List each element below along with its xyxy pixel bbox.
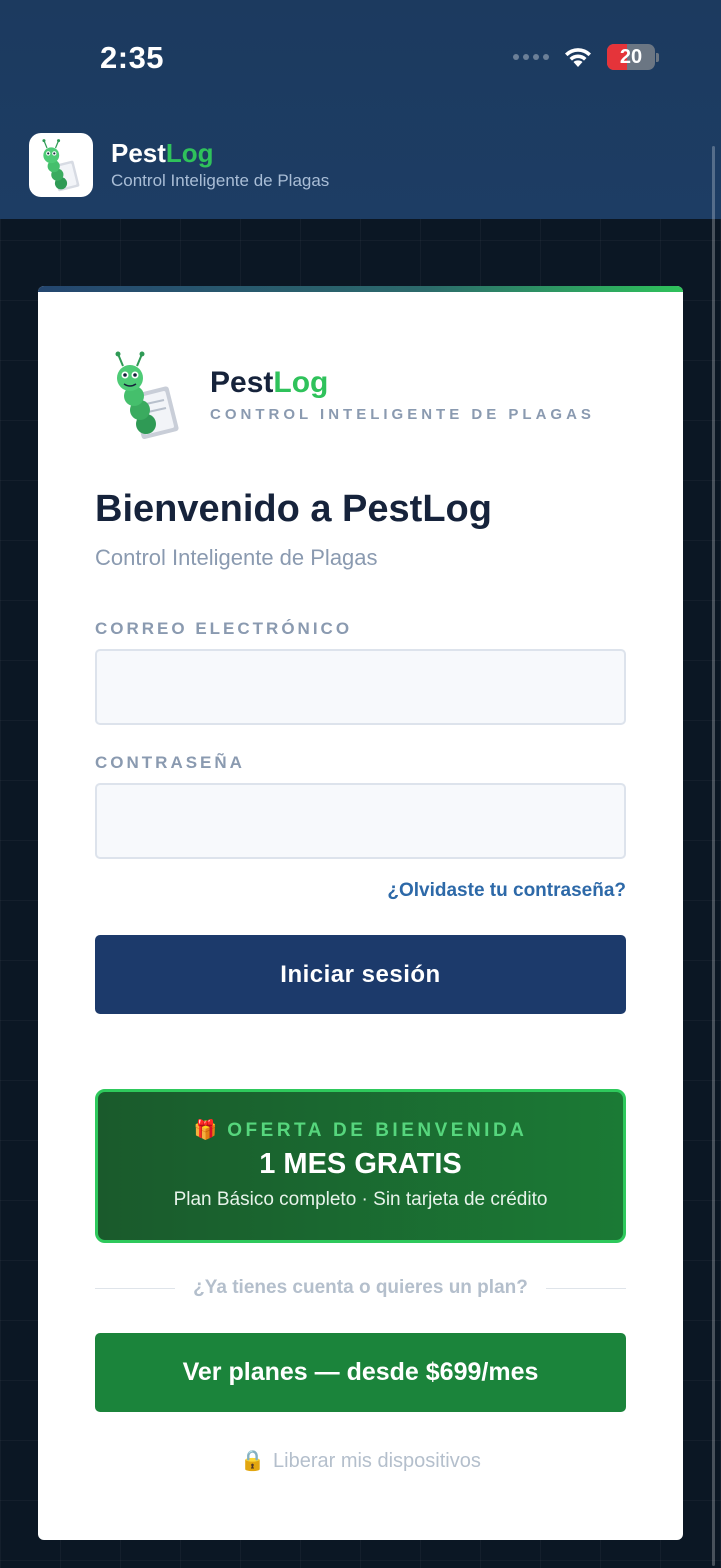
unlock-devices-link[interactable]: 🔒 Liberar mis dispositivos: [38, 1448, 683, 1473]
gift-icon: 🎁: [193, 1120, 218, 1141]
caterpillar-brand-icon: [115, 351, 179, 440]
scrollbar[interactable]: [712, 146, 715, 1566]
offer-label: 🎁 OFERTA DE BIENVENIDA: [98, 1118, 623, 1142]
offer-title: 1 MES GRATIS: [259, 1148, 462, 1180]
app-name: PestLog: [111, 138, 214, 169]
battery-indicator: 20: [607, 44, 659, 70]
app-header: 2:35 20 PestLog Control Inteligente de P…: [0, 0, 721, 219]
status-time: 2:35: [100, 40, 165, 75]
password-field[interactable]: [95, 783, 626, 859]
brand-name: PestLog: [210, 366, 328, 400]
lock-icon: 🔒: [240, 1450, 266, 1472]
view-plans-button[interactable]: Ver planes — desde $699/mes: [95, 1333, 626, 1412]
offer-label-text: OFERTA DE BIENVENIDA: [227, 1120, 528, 1141]
email-field[interactable]: [95, 649, 626, 725]
section-divider: ¿Ya tienes cuenta o quieres un plan?: [95, 1276, 627, 1300]
forgot-password-link[interactable]: ¿Olvidaste tu contraseña?: [387, 880, 626, 902]
page-title: Bienvenido a PestLog: [95, 488, 492, 530]
app-subtitle: Control Inteligente de Plagas: [111, 171, 330, 190]
divider-text: ¿Ya tienes cuenta o quieres un plan?: [193, 1277, 528, 1298]
brand-tagline: CONTROL INTELIGENTE DE PLAGAS: [210, 406, 595, 423]
email-label: CORREO ELECTRÓNICO: [95, 619, 353, 638]
divider-line-right: [545, 1287, 627, 1289]
battery-icon: 20: [607, 44, 655, 70]
status-icons: 20: [513, 44, 659, 70]
app-logo[interactable]: [29, 133, 93, 197]
login-button[interactable]: Iniciar sesión: [95, 935, 626, 1014]
password-label: CONTRASEÑA: [95, 753, 245, 772]
app-name-pest: Pest: [111, 138, 166, 168]
card-accent-bar: [38, 286, 683, 292]
offer-subtitle: Plan Básico completo · Sin tarjeta de cr…: [173, 1189, 548, 1210]
app-name-log: Log: [165, 138, 214, 168]
welcome-offer-banner: 🎁 OFERTA DE BIENVENIDA 1 MES GRATIS Plan …: [95, 1089, 626, 1243]
caterpillar-logo-icon: [42, 139, 80, 192]
battery-level: 20: [619, 45, 643, 68]
unlock-devices-text[interactable]: Liberar mis dispositivos: [273, 1450, 481, 1472]
cellular-signal-icon: [513, 54, 549, 60]
divider-line-left: [95, 1287, 176, 1289]
brand-name-pest: Pest: [210, 366, 274, 399]
brand-name-log: Log: [273, 366, 329, 399]
wifi-icon: [565, 48, 591, 67]
login-card: PestLog CONTROL INTELIGENTE DE PLAGAS Bi…: [38, 286, 683, 1540]
page-subtitle: Control Inteligente de Plagas: [95, 545, 378, 570]
